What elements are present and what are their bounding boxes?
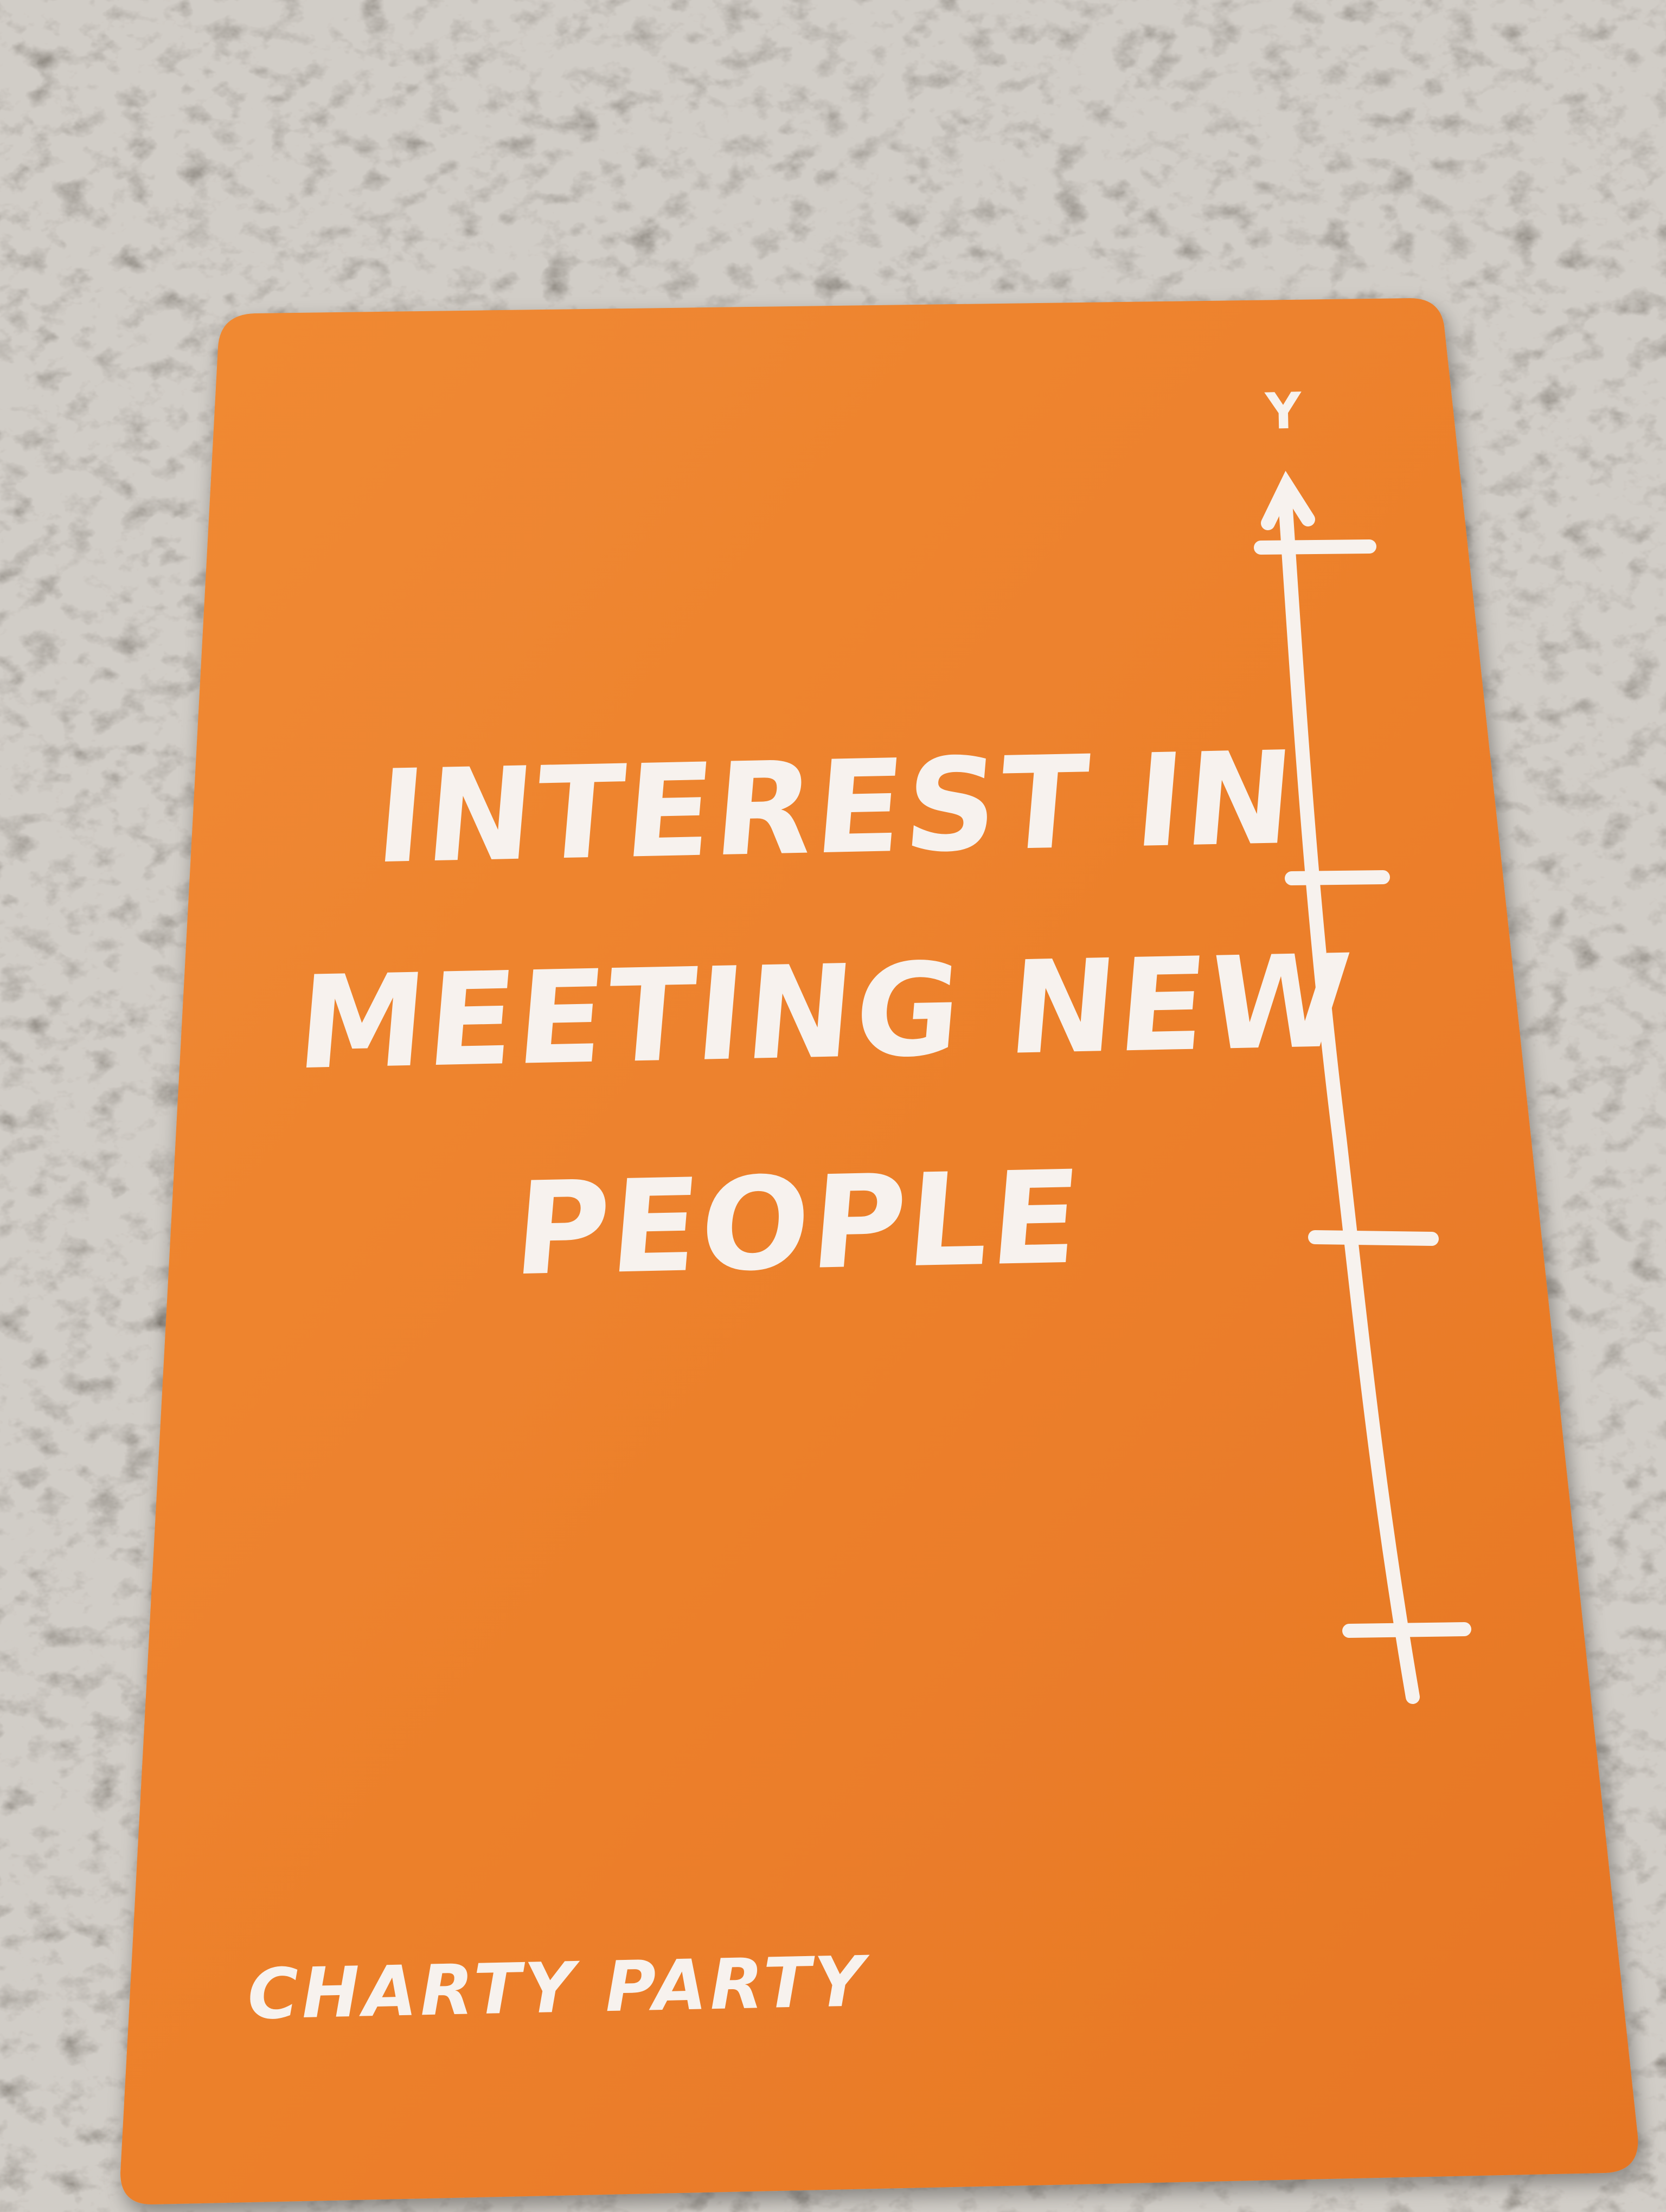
card-title-line-1: INTEREST IN xyxy=(370,723,1302,892)
card-title-line-3: PEOPLE xyxy=(509,1143,1087,1304)
y-axis-tick-3 xyxy=(1308,1230,1439,1246)
photo-scene xyxy=(0,0,1666,2212)
card-title-line-2: MEETING NEW xyxy=(292,927,1358,1098)
y-axis-tick-2 xyxy=(1285,870,1390,885)
y-axis-tick-1 xyxy=(1254,539,1376,555)
y-axis-tick-4 xyxy=(1342,1622,1471,1638)
y-axis-label: Y xyxy=(1264,382,1302,441)
brand-logo-text: CHARTY PARTY xyxy=(247,1941,869,2035)
